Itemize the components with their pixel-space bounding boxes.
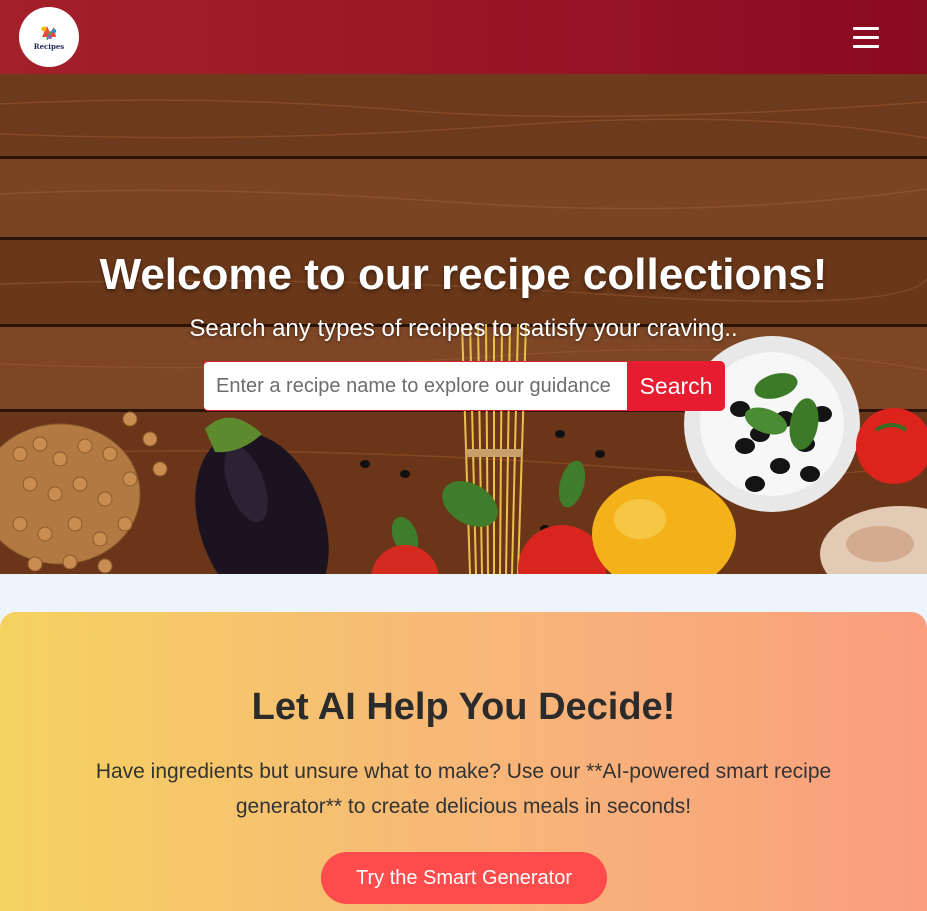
ai-generator-section: Let AI Help You Decide! Have ingredients…: [0, 612, 927, 911]
site-logo[interactable]: Recipes: [19, 7, 79, 67]
hero-title: Welcome to our recipe collections!: [99, 250, 828, 299]
recipe-search-input[interactable]: [203, 361, 627, 411]
logo-chef-icon: [41, 26, 57, 40]
recipe-search-bar: Search: [203, 361, 725, 411]
page: Recipes Welcome to our recipe collection…: [0, 0, 927, 911]
hero-banner: Welcome to our recipe collections! Searc…: [0, 74, 927, 574]
hamburger-menu-icon: [853, 27, 879, 30]
logo-text: Recipes: [33, 42, 65, 51]
ai-section-description: Have ingredients but unsure what to make…: [95, 760, 832, 818]
hero-subtitle: Search any types of recipes to satisfy y…: [189, 315, 738, 342]
ai-section-title: Let AI Help You Decide!: [251, 686, 676, 728]
top-navbar: Recipes: [0, 0, 927, 74]
try-smart-generator-button[interactable]: Try the Smart Generator: [321, 852, 607, 904]
search-button[interactable]: Search: [627, 361, 725, 411]
menu-button[interactable]: [849, 22, 883, 52]
